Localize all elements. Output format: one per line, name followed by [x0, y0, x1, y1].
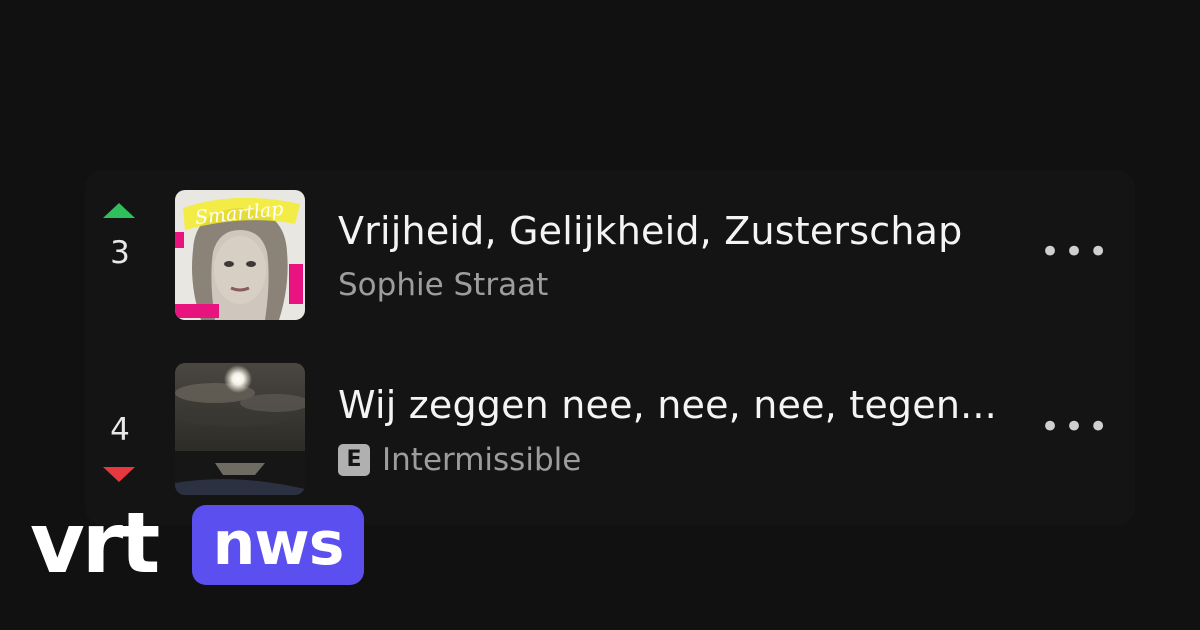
trend-up-icon — [103, 203, 135, 218]
album-cover-art-smartlap: Smartlap — [175, 190, 305, 320]
track-title[interactable]: Wij zeggen nee, nee, nee, tegen... — [338, 383, 997, 427]
track-rank: 4 — [110, 412, 130, 448]
track-row[interactable]: 4 Wij zeggen nee, nee, nee, tegen... E I… — [0, 360, 1200, 500]
explicit-badge-icon: E — [338, 444, 370, 476]
album-cover[interactable] — [175, 363, 305, 495]
album-cover-art-moonlit-sea — [175, 363, 305, 495]
track-artist[interactable]: Sophie Straat — [338, 267, 548, 303]
track-artist[interactable]: Intermissible — [382, 442, 581, 478]
track-rank: 3 — [110, 235, 130, 271]
track-row[interactable]: 3 Smartlap Vrijheid, Gelijkheid, Zusters… — [0, 185, 1200, 325]
trend-down-icon — [103, 467, 135, 482]
album-cover[interactable]: Smartlap — [175, 190, 305, 320]
logo-nws-badge: nws — [192, 505, 364, 585]
more-options-icon[interactable]: ••• — [1040, 410, 1108, 444]
track-title[interactable]: Vrijheid, Gelijkheid, Zusterschap — [338, 209, 962, 253]
more-options-icon[interactable]: ••• — [1040, 235, 1108, 269]
logo-vrt-text: vrt — [30, 494, 160, 592]
